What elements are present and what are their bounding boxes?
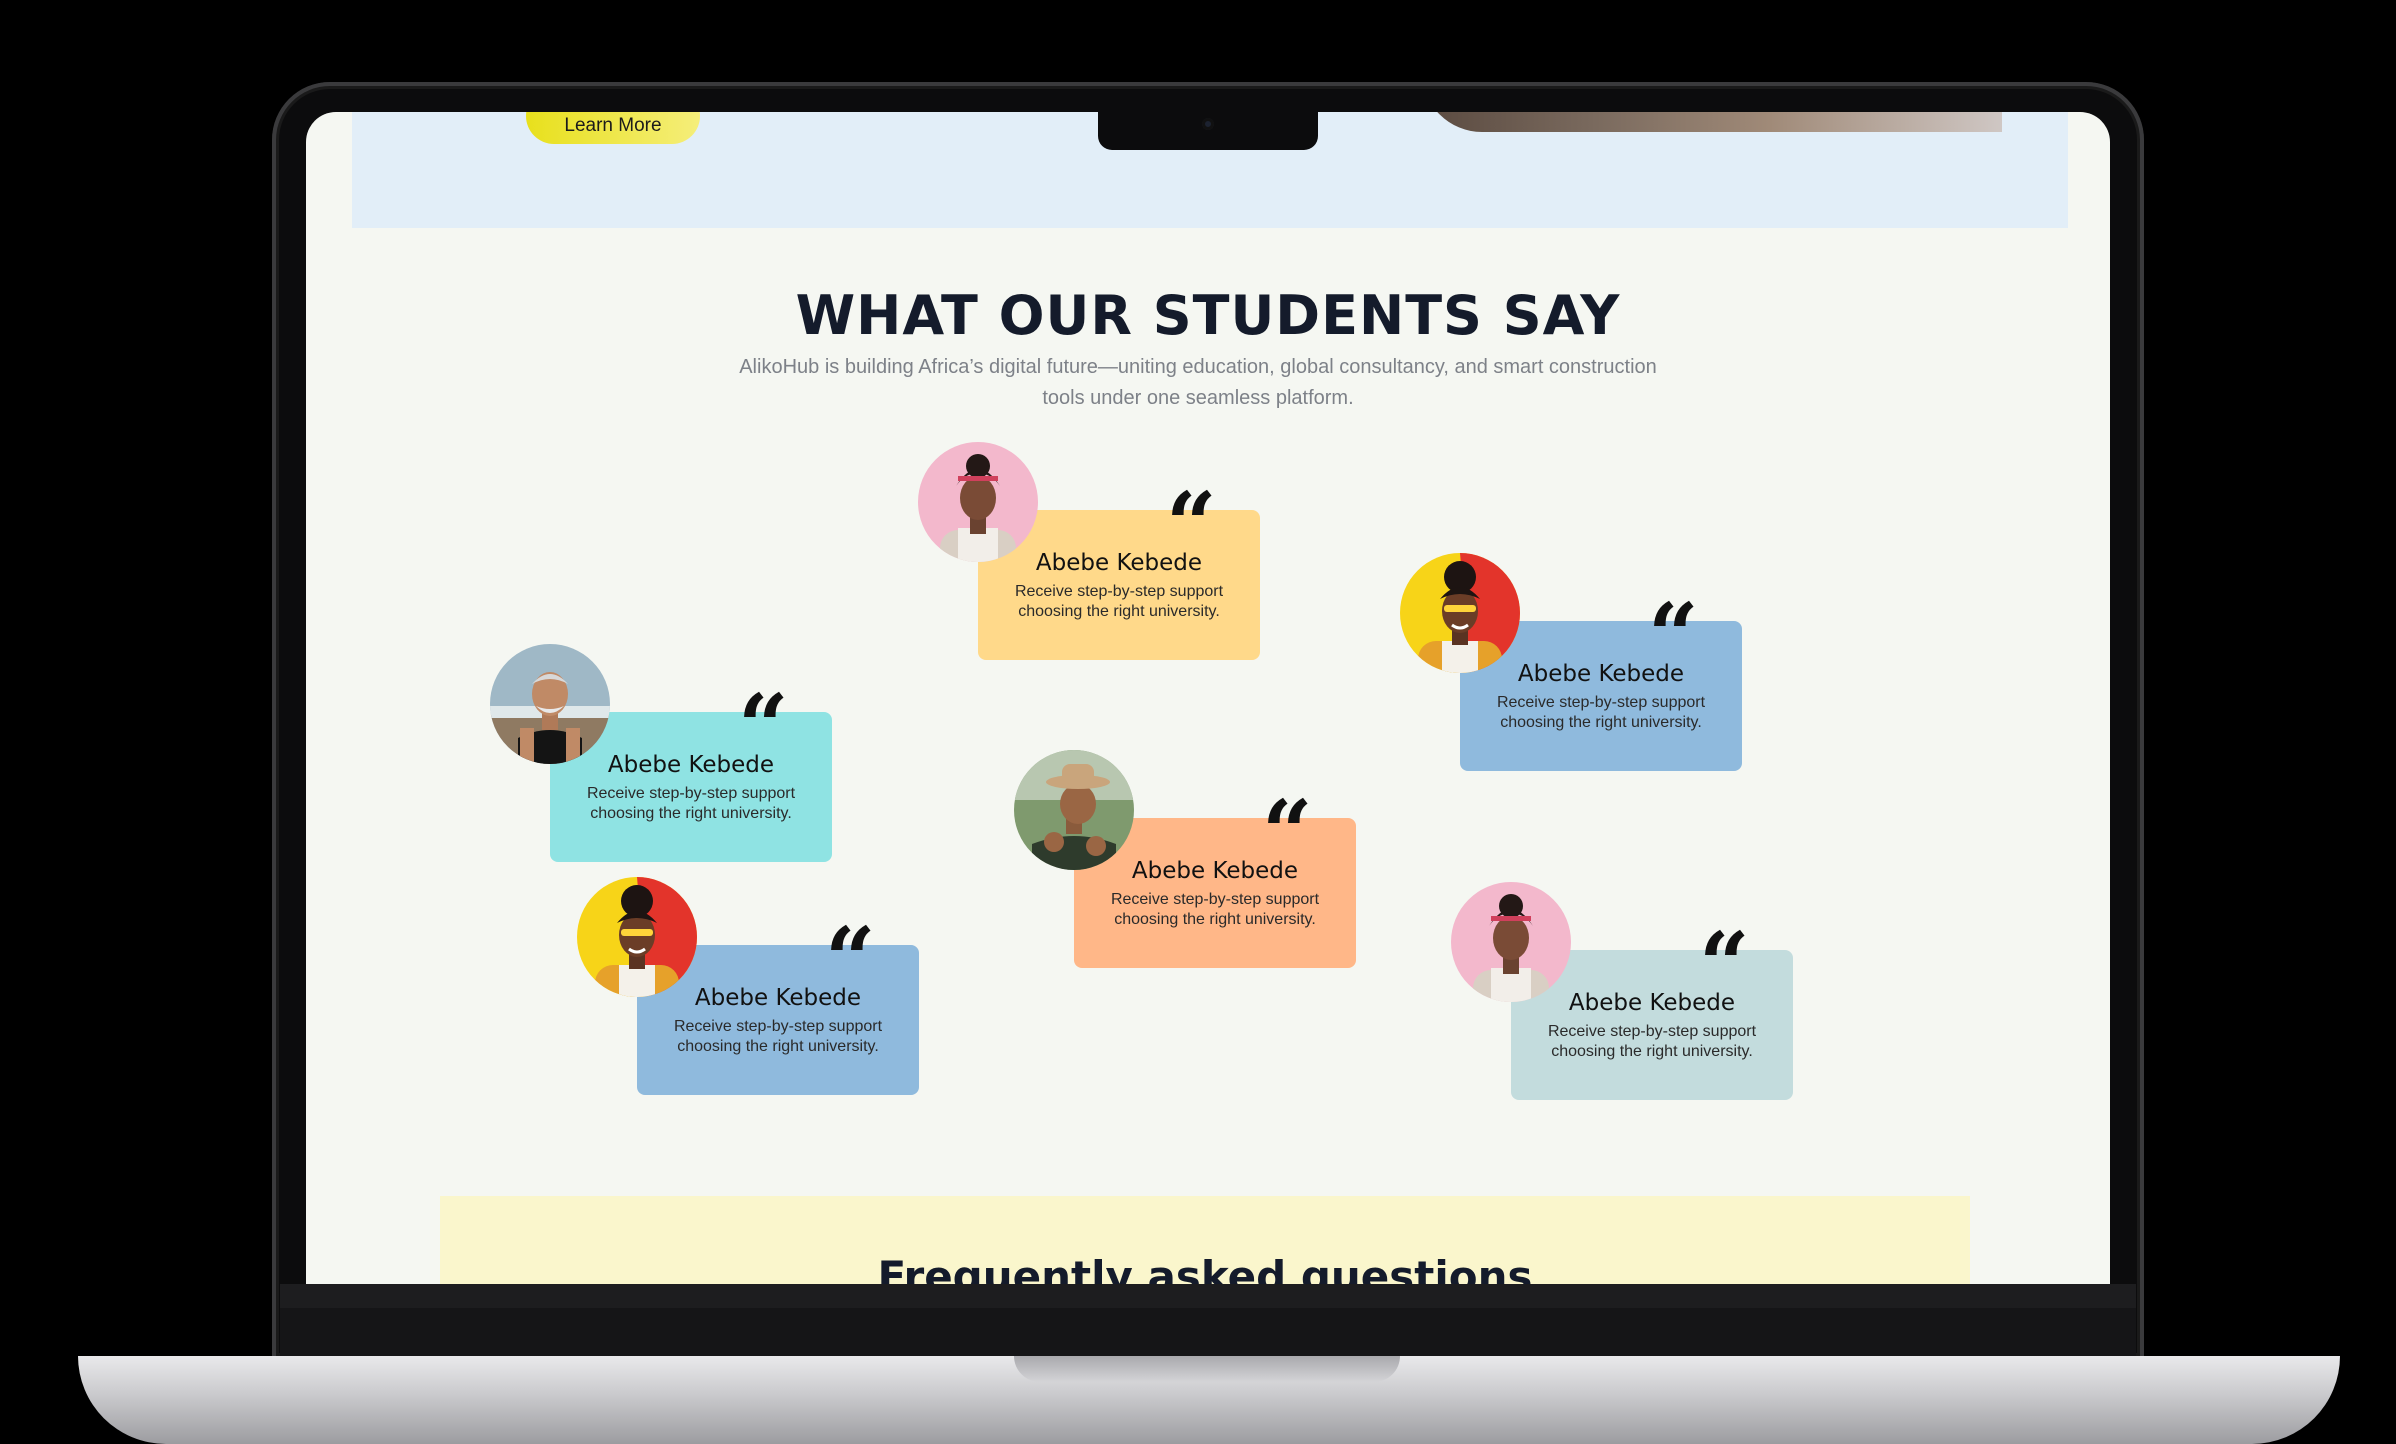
section-subtitle: AlikoHub is building Africa’s digital fu… xyxy=(739,356,1657,409)
testimonial-card: Abebe Kebede Receive step-by-step suppor… xyxy=(918,442,1260,662)
hero-image xyxy=(1422,112,2002,132)
testimonial-name: Abebe Kebede xyxy=(607,752,775,778)
testimonial-card: Abebe Kebede Receive step-by-step suppor… xyxy=(490,644,832,864)
testimonial-text: Receive step-by-step support choosing th… xyxy=(1110,891,1320,928)
quote-icon: “ xyxy=(1648,591,1699,647)
testimonial-name: Abebe Kebede xyxy=(1035,550,1203,576)
laptop-base-notch xyxy=(1014,1356,1400,1382)
avatar xyxy=(577,877,697,997)
testimonial-text: Receive step-by-step support choosing th… xyxy=(1014,583,1224,620)
avatar xyxy=(918,442,1038,562)
testimonial-text: Receive step-by-step support choosing th… xyxy=(1496,694,1706,731)
testimonial-card: Abebe Kebede Receive step-by-step suppor… xyxy=(1014,750,1356,970)
browser-viewport: Learn More WHAT OUR STUDENTS SAY AlikoHu… xyxy=(306,112,2110,1284)
testimonial-text: Receive step-by-step support choosing th… xyxy=(673,1018,883,1055)
avatar xyxy=(490,644,610,764)
testimonial-card: Abebe Kebede Receive step-by-step suppor… xyxy=(1451,882,1793,1102)
testimonial-name: Abebe Kebede xyxy=(694,985,862,1011)
learn-more-button[interactable]: Learn More xyxy=(526,112,700,144)
faq-section: Frequently asked questions xyxy=(440,1196,1970,1284)
quote-icon: “ xyxy=(738,682,789,738)
quote-icon: “ xyxy=(1262,788,1313,844)
testimonial-card: Abebe Kebede Receive step-by-step suppor… xyxy=(1400,553,1742,773)
section-title: WHAT OUR STUDENTS SAY xyxy=(795,284,1621,347)
avatar xyxy=(1451,882,1571,1002)
testimonial-text: Receive step-by-step support choosing th… xyxy=(1547,1023,1757,1060)
quote-icon: “ xyxy=(825,915,876,971)
quote-icon: “ xyxy=(1699,920,1750,976)
camera-icon xyxy=(1202,118,1214,130)
avatar xyxy=(1014,750,1134,870)
avatar xyxy=(1400,553,1520,673)
testimonial-card: Abebe Kebede Receive step-by-step suppor… xyxy=(577,877,919,1097)
laptop-hinge xyxy=(280,1284,2136,1360)
faq-title: Frequently asked questions xyxy=(877,1252,1533,1284)
testimonial-text: Receive step-by-step support choosing th… xyxy=(586,785,796,822)
camera-notch xyxy=(1098,112,1318,150)
quote-icon: “ xyxy=(1166,480,1217,536)
testimonial-name: Abebe Kebede xyxy=(1517,661,1685,687)
testimonial-name: Abebe Kebede xyxy=(1131,858,1299,884)
testimonial-name: Abebe Kebede xyxy=(1568,990,1736,1016)
